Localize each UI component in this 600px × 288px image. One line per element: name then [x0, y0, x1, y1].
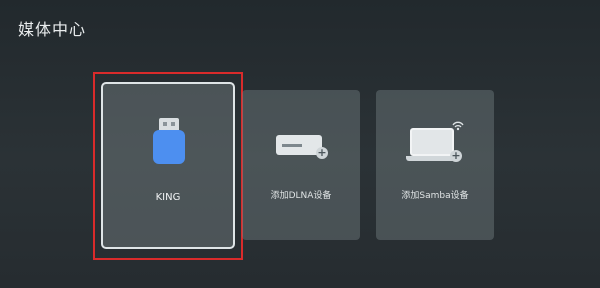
device-card-label: KING	[155, 192, 181, 203]
device-card-king[interactable]: KING	[101, 82, 235, 249]
usb-drive-icon	[153, 118, 185, 166]
media-center-screen: 媒体中心 KING + 添加DLNA设备 + 添加Samba设备	[0, 0, 600, 288]
device-card-label: 添加DLNA设备	[270, 191, 332, 201]
add-dlna-device-card[interactable]: + 添加DLNA设备	[242, 90, 360, 240]
plus-icon: +	[316, 146, 328, 159]
dlna-device-icon: +	[276, 135, 328, 161]
page-title: 媒体中心	[18, 20, 87, 39]
device-card-label: 添加Samba设备	[401, 191, 469, 201]
plus-icon: +	[450, 149, 462, 162]
add-samba-device-card[interactable]: + 添加Samba设备	[376, 90, 494, 240]
laptop-wifi-icon: +	[406, 120, 470, 166]
wifi-icon	[452, 121, 464, 131]
